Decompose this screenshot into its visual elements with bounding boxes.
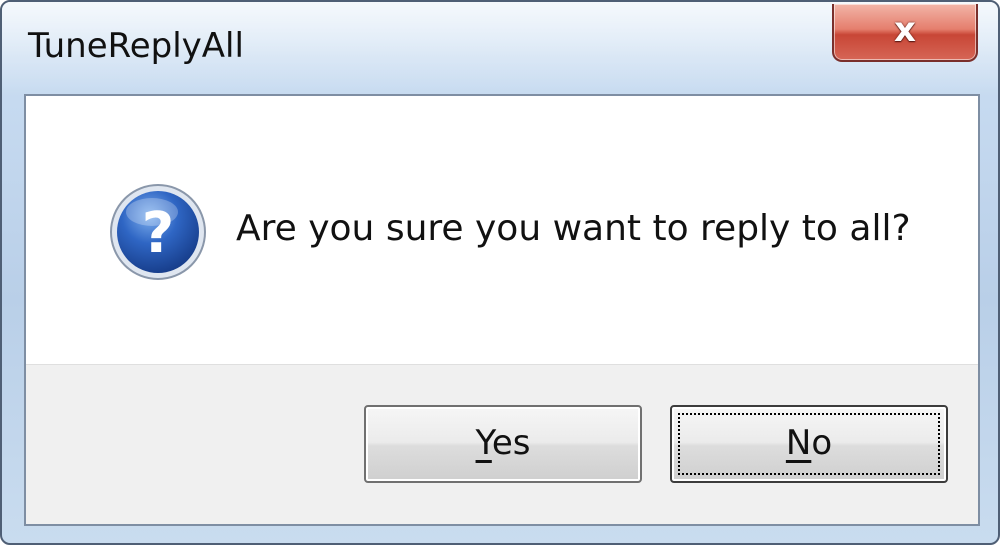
no-label-rest: o [811,423,833,463]
no-button-label: No [672,423,946,463]
svg-text:?: ? [142,201,174,266]
yes-label-rest: es [491,423,531,463]
close-icon: x [894,10,916,50]
dialog-content: ? Are you sure you want to reply to all?… [24,94,980,526]
question-icon: ? [110,184,206,280]
no-button[interactable]: No [670,405,948,483]
close-button[interactable]: x [832,4,978,62]
yes-button-label: Yes [366,423,640,463]
no-mnemonic: N [785,423,812,463]
message-text: Are you sure you want to reply to all? [236,208,911,249]
message-area: ? Are you sure you want to reply to all? [26,96,978,364]
yes-button[interactable]: Yes [364,405,642,483]
button-bar: Yes No [26,364,978,524]
dialog-window: TuneReplyAll x ? Are you sure you want t… [0,0,1000,545]
window-title: TuneReplyAll [28,26,244,66]
yes-mnemonic: Y [475,423,492,463]
